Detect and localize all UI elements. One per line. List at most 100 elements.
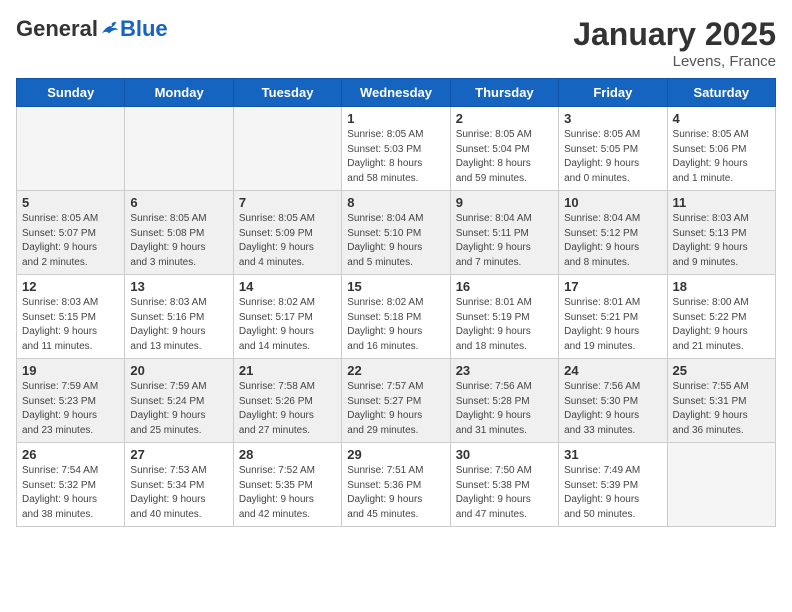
calendar-cell: 28 Sunrise: 7:52 AM Sunset: 5:35 PM Dayli… bbox=[233, 443, 341, 527]
day-info: Sunrise: 7:54 AM Sunset: 5:32 PM Dayligh… bbox=[22, 464, 119, 522]
day-info: Sunrise: 8:03 AM Sunset: 5:16 PM Dayligh… bbox=[130, 296, 227, 354]
day-number: 23 bbox=[456, 363, 553, 378]
day-info: Sunrise: 8:03 AM Sunset: 5:15 PM Dayligh… bbox=[22, 296, 119, 354]
day-info: Sunrise: 8:02 AM Sunset: 5:18 PM Dayligh… bbox=[347, 296, 444, 354]
day-number: 9 bbox=[456, 195, 553, 210]
day-number: 8 bbox=[347, 195, 444, 210]
day-info: Sunrise: 7:58 AM Sunset: 5:26 PM Dayligh… bbox=[239, 380, 336, 438]
day-number: 20 bbox=[130, 363, 227, 378]
calendar-cell: 21 Sunrise: 7:58 AM Sunset: 5:26 PM Dayli… bbox=[233, 359, 341, 443]
day-info: Sunrise: 7:50 AM Sunset: 5:38 PM Dayligh… bbox=[456, 464, 553, 522]
day-info: Sunrise: 8:02 AM Sunset: 5:17 PM Dayligh… bbox=[239, 296, 336, 354]
day-info: Sunrise: 7:49 AM Sunset: 5:39 PM Dayligh… bbox=[564, 464, 661, 522]
calendar-cell: 29Sunrise: 7:51 AM Sunset: 5:36 PM Dayli… bbox=[342, 443, 450, 527]
day-number: 12 bbox=[22, 279, 119, 294]
day-number: 5 bbox=[22, 195, 119, 210]
weekday-header-monday: Monday bbox=[125, 79, 233, 107]
calendar-cell: 27Sunrise: 7:53 AM Sunset: 5:34 PM Dayli… bbox=[125, 443, 233, 527]
day-info: Sunrise: 8:01 AM Sunset: 5:21 PM Dayligh… bbox=[564, 296, 661, 354]
title-area: January 2025 Levens, France bbox=[573, 16, 776, 70]
calendar-cell: 3Sunrise: 8:05 AM Sunset: 5:05 PM Daylig… bbox=[559, 107, 667, 191]
calendar-cell: 31 Sunrise: 7:49 AM Sunset: 5:39 PM Dayli… bbox=[559, 443, 667, 527]
day-info: Sunrise: 8:05 AM Sunset: 5:03 PM Dayligh… bbox=[347, 128, 444, 186]
day-info: Sunrise: 8:05 AM Sunset: 5:04 PM Dayligh… bbox=[456, 128, 553, 186]
day-info: Sunrise: 7:56 AM Sunset: 5:30 PM Dayligh… bbox=[564, 380, 661, 438]
day-number: 7 bbox=[239, 195, 336, 210]
day-number: 17 bbox=[564, 279, 661, 294]
calendar-cell bbox=[233, 107, 341, 191]
day-info: Sunrise: 8:05 AM Sunset: 5:07 PM Dayligh… bbox=[22, 212, 119, 270]
week-row-1: 1 Sunrise: 8:05 AM Sunset: 5:03 PM Daylig… bbox=[17, 107, 776, 191]
weekday-header-saturday: Saturday bbox=[667, 79, 775, 107]
day-number: 26 bbox=[22, 447, 119, 462]
calendar-cell: 25Sunrise: 7:55 AM Sunset: 5:31 PM Dayli… bbox=[667, 359, 775, 443]
day-number: 3 bbox=[564, 111, 661, 126]
day-info: Sunrise: 7:59 AM Sunset: 5:24 PM Dayligh… bbox=[130, 380, 227, 438]
week-row-3: 12 Sunrise: 8:03 AM Sunset: 5:15 PM Dayli… bbox=[17, 275, 776, 359]
header: General Blue January 2025 Levens, France bbox=[16, 16, 776, 70]
calendar-cell: 2Sunrise: 8:05 AM Sunset: 5:04 PM Daylig… bbox=[450, 107, 558, 191]
day-info: Sunrise: 7:56 AM Sunset: 5:28 PM Dayligh… bbox=[456, 380, 553, 438]
day-number: 31 bbox=[564, 447, 661, 462]
weekday-header-wednesday: Wednesday bbox=[342, 79, 450, 107]
day-number: 14 bbox=[239, 279, 336, 294]
calendar-cell bbox=[667, 443, 775, 527]
weekday-header-row: SundayMondayTuesdayWednesdayThursdayFrid… bbox=[17, 79, 776, 107]
weekday-header-friday: Friday bbox=[559, 79, 667, 107]
calendar-cell: 18 Sunrise: 8:00 AM Sunset: 5:22 PM Dayli… bbox=[667, 275, 775, 359]
day-number: 19 bbox=[22, 363, 119, 378]
calendar-cell: 10 Sunrise: 8:04 AM Sunset: 5:12 PM Dayli… bbox=[559, 191, 667, 275]
calendar-cell: 24Sunrise: 7:56 AM Sunset: 5:30 PM Dayli… bbox=[559, 359, 667, 443]
calendar-table: SundayMondayTuesdayWednesdayThursdayFrid… bbox=[16, 78, 776, 527]
day-number: 10 bbox=[564, 195, 661, 210]
day-number: 1 bbox=[347, 111, 444, 126]
day-number: 27 bbox=[130, 447, 227, 462]
day-number: 28 bbox=[239, 447, 336, 462]
day-info: Sunrise: 7:52 AM Sunset: 5:35 PM Dayligh… bbox=[239, 464, 336, 522]
day-number: 4 bbox=[673, 111, 770, 126]
week-row-4: 19 Sunrise: 7:59 AM Sunset: 5:23 PM Dayli… bbox=[17, 359, 776, 443]
day-number: 18 bbox=[673, 279, 770, 294]
calendar-cell: 30 Sunrise: 7:50 AM Sunset: 5:38 PM Dayli… bbox=[450, 443, 558, 527]
calendar-cell: 22Sunrise: 7:57 AM Sunset: 5:27 PM Dayli… bbox=[342, 359, 450, 443]
calendar-cell bbox=[17, 107, 125, 191]
logo: General Blue bbox=[16, 16, 168, 42]
day-number: 30 bbox=[456, 447, 553, 462]
day-number: 16 bbox=[456, 279, 553, 294]
calendar-cell: 23 Sunrise: 7:56 AM Sunset: 5:28 PM Dayli… bbox=[450, 359, 558, 443]
weekday-header-thursday: Thursday bbox=[450, 79, 558, 107]
calendar-cell: 9 Sunrise: 8:04 AM Sunset: 5:11 PM Daylig… bbox=[450, 191, 558, 275]
day-number: 13 bbox=[130, 279, 227, 294]
day-info: Sunrise: 8:04 AM Sunset: 5:11 PM Dayligh… bbox=[456, 212, 553, 270]
calendar-cell bbox=[125, 107, 233, 191]
calendar-cell: 8Sunrise: 8:04 AM Sunset: 5:10 PM Daylig… bbox=[342, 191, 450, 275]
day-info: Sunrise: 8:05 AM Sunset: 5:09 PM Dayligh… bbox=[239, 212, 336, 270]
day-number: 25 bbox=[673, 363, 770, 378]
calendar-cell: 17 Sunrise: 8:01 AM Sunset: 5:21 PM Dayli… bbox=[559, 275, 667, 359]
day-number: 6 bbox=[130, 195, 227, 210]
day-info: Sunrise: 8:03 AM Sunset: 5:13 PM Dayligh… bbox=[673, 212, 770, 270]
day-number: 11 bbox=[673, 195, 770, 210]
weekday-header-tuesday: Tuesday bbox=[233, 79, 341, 107]
day-info: Sunrise: 8:00 AM Sunset: 5:22 PM Dayligh… bbox=[673, 296, 770, 354]
calendar-cell: 20 Sunrise: 7:59 AM Sunset: 5:24 PM Dayli… bbox=[125, 359, 233, 443]
day-info: Sunrise: 7:59 AM Sunset: 5:23 PM Dayligh… bbox=[22, 380, 119, 438]
calendar-cell: 12 Sunrise: 8:03 AM Sunset: 5:15 PM Dayli… bbox=[17, 275, 125, 359]
calendar-cell: 19 Sunrise: 7:59 AM Sunset: 5:23 PM Dayli… bbox=[17, 359, 125, 443]
calendar-cell: 16 Sunrise: 8:01 AM Sunset: 5:19 PM Dayli… bbox=[450, 275, 558, 359]
calendar-cell: 7 Sunrise: 8:05 AM Sunset: 5:09 PM Daylig… bbox=[233, 191, 341, 275]
calendar-title: January 2025 bbox=[573, 16, 776, 53]
weekday-header-sunday: Sunday bbox=[17, 79, 125, 107]
day-number: 22 bbox=[347, 363, 444, 378]
day-number: 21 bbox=[239, 363, 336, 378]
day-number: 15 bbox=[347, 279, 444, 294]
day-info: Sunrise: 8:05 AM Sunset: 5:06 PM Dayligh… bbox=[673, 128, 770, 186]
day-info: Sunrise: 8:04 AM Sunset: 5:12 PM Dayligh… bbox=[564, 212, 661, 270]
calendar-cell: 26 Sunrise: 7:54 AM Sunset: 5:32 PM Dayli… bbox=[17, 443, 125, 527]
day-number: 29 bbox=[347, 447, 444, 462]
calendar-cell: 1 Sunrise: 8:05 AM Sunset: 5:03 PM Daylig… bbox=[342, 107, 450, 191]
logo-general-text: General bbox=[16, 16, 98, 42]
day-info: Sunrise: 8:05 AM Sunset: 5:08 PM Dayligh… bbox=[130, 212, 227, 270]
day-info: Sunrise: 8:01 AM Sunset: 5:19 PM Dayligh… bbox=[456, 296, 553, 354]
calendar-cell: 14 Sunrise: 8:02 AM Sunset: 5:17 PM Dayli… bbox=[233, 275, 341, 359]
